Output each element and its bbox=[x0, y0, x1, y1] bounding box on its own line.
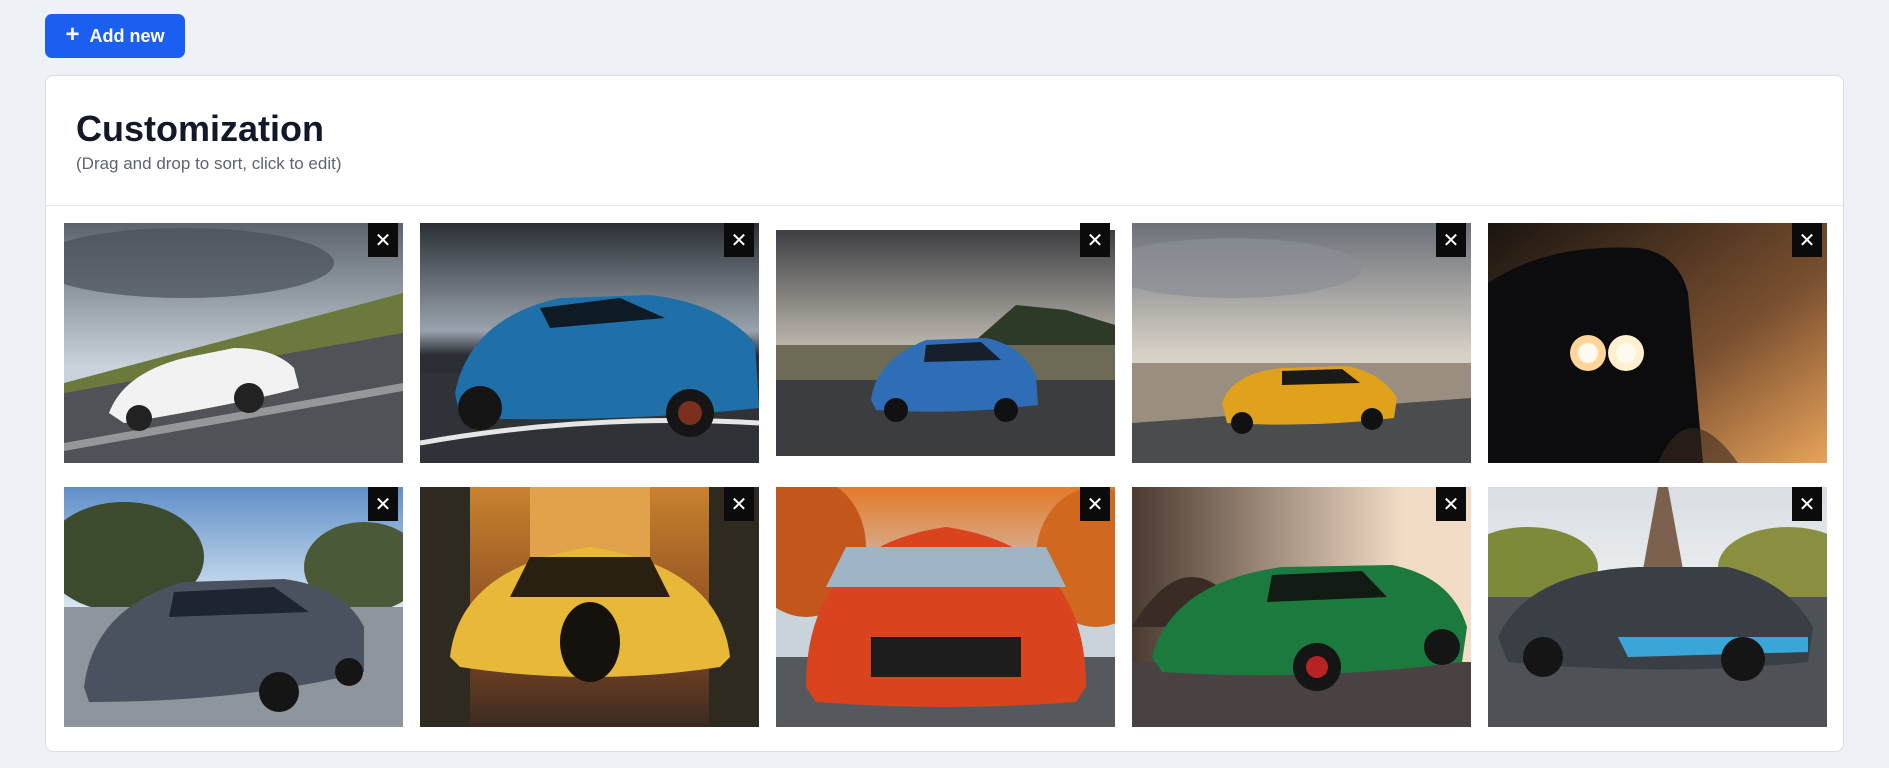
gallery-tile[interactable]: ✕ bbox=[1132, 223, 1471, 463]
remove-image-button[interactable]: ✕ bbox=[368, 487, 398, 521]
remove-image-button[interactable]: ✕ bbox=[1080, 223, 1110, 257]
page-subtitle: (Drag and drop to sort, click to edit) bbox=[76, 154, 342, 174]
close-icon: ✕ bbox=[730, 492, 748, 516]
customization-card: Customization (Drag and drop to sort, cl… bbox=[45, 75, 1844, 752]
card-header: Customization (Drag and drop to sort, cl… bbox=[46, 76, 1843, 206]
gallery-tile[interactable]: ✕ bbox=[64, 487, 403, 727]
remove-image-button[interactable]: ✕ bbox=[724, 223, 754, 257]
remove-image-button[interactable]: ✕ bbox=[1436, 487, 1466, 521]
remove-image-button[interactable]: ✕ bbox=[1792, 487, 1822, 521]
add-new-button[interactable]: + Add new bbox=[45, 14, 185, 58]
gallery-tile[interactable]: ✕ bbox=[776, 487, 1115, 727]
close-icon: ✕ bbox=[374, 228, 392, 252]
page-title: Customization bbox=[76, 108, 324, 149]
gallery-tile[interactable]: ✕ bbox=[64, 223, 403, 463]
red-nissan-gtr-photo bbox=[776, 487, 1115, 727]
gallery-tile[interactable]: ✕ bbox=[420, 487, 759, 727]
blue-bmw-m4-photo bbox=[776, 230, 1115, 456]
close-icon: ✕ bbox=[1086, 228, 1104, 252]
close-icon: ✕ bbox=[1798, 228, 1816, 252]
gallery-tile[interactable]: ✕ bbox=[776, 223, 1115, 463]
remove-image-button[interactable]: ✕ bbox=[1792, 223, 1822, 257]
remove-image-button[interactable]: ✕ bbox=[1080, 487, 1110, 521]
white-porsche-photo bbox=[64, 223, 403, 463]
grey-bugatti-divo-photo bbox=[1488, 487, 1827, 727]
yellow-bugatti-concept-photo bbox=[420, 487, 759, 727]
image-gallery: ✕ ✕ ✕ ✕ ✕ ✕ ✕ ✕ ✕ ✕ bbox=[64, 223, 1827, 727]
plus-icon: + bbox=[65, 21, 80, 48]
remove-image-button[interactable]: ✕ bbox=[368, 223, 398, 257]
add-new-label: Add new bbox=[89, 25, 165, 46]
gallery-tile[interactable]: ✕ bbox=[1488, 223, 1827, 463]
blue-bmw-concept-photo bbox=[420, 223, 759, 463]
gallery-tile[interactable]: ✕ bbox=[1132, 487, 1471, 727]
gallery-tile[interactable]: ✕ bbox=[1488, 487, 1827, 727]
close-icon: ✕ bbox=[730, 228, 748, 252]
gallery-tile[interactable]: ✕ bbox=[420, 223, 759, 463]
remove-image-button[interactable]: ✕ bbox=[724, 487, 754, 521]
close-icon: ✕ bbox=[1442, 228, 1460, 252]
close-icon: ✕ bbox=[374, 492, 392, 516]
black-muscle-car-photo bbox=[1488, 223, 1827, 463]
remove-image-button[interactable]: ✕ bbox=[1436, 223, 1466, 257]
close-icon: ✕ bbox=[1798, 492, 1816, 516]
close-icon: ✕ bbox=[1086, 492, 1104, 516]
grey-mercedes-eqs-photo bbox=[64, 487, 403, 727]
close-icon: ✕ bbox=[1442, 492, 1460, 516]
green-supercar-photo bbox=[1132, 487, 1471, 727]
yellow-lamborghini-photo bbox=[1132, 223, 1471, 463]
